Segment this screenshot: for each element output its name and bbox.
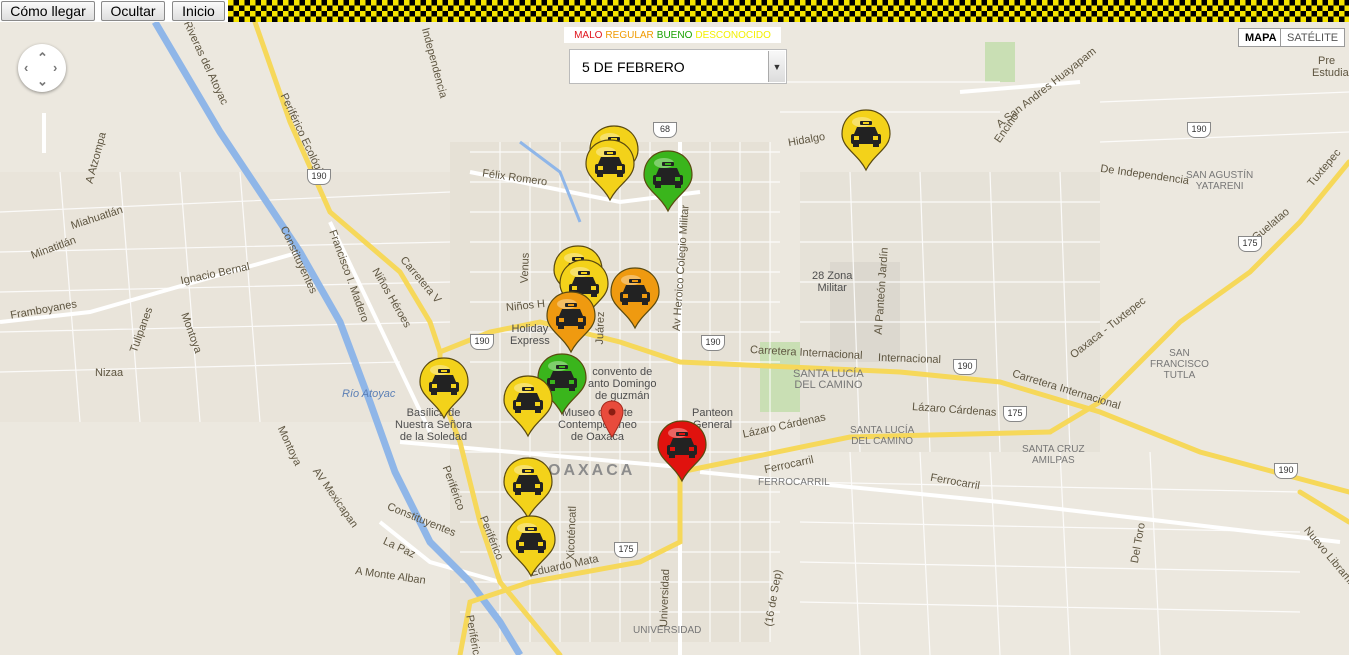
santa-lucia-small-line1: SANTA LUCÍA bbox=[850, 425, 915, 436]
district-santa-lucia: SANTA LUCÍA DEL CAMINO bbox=[793, 369, 864, 391]
directions-button[interactable]: Cómo llegar bbox=[1, 1, 95, 21]
zona-militar-line1: 28 Zona bbox=[812, 270, 853, 282]
map-type-map-button[interactable]: MAPA bbox=[1238, 28, 1284, 47]
district-ferrocarril: FERROCARRIL bbox=[758, 477, 830, 488]
date-select[interactable]: 5 DE FEBRERO ▼ bbox=[569, 49, 787, 84]
road-carretera-2: Internacional bbox=[877, 351, 942, 367]
basilica-line2: Nuestra Señora bbox=[395, 419, 473, 431]
zoom-slider[interactable] bbox=[42, 113, 46, 153]
taxi-car-icon bbox=[503, 375, 553, 438]
highway-shield: 190 bbox=[1274, 463, 1298, 479]
legend-desconocido: DESCONOCIDO bbox=[695, 29, 771, 41]
poi-zona-militar: 28 Zona Militar bbox=[812, 270, 852, 294]
label-estudian: Estudian bbox=[1312, 67, 1349, 79]
taxi-marker[interactable] bbox=[840, 108, 892, 172]
map-type-satellite-button[interactable]: SATÉLITE bbox=[1280, 28, 1346, 47]
date-select-value: 5 DE FEBRERO bbox=[582, 59, 685, 75]
convento-line1: convento de bbox=[592, 366, 653, 378]
road-nizaa: Nizaa bbox=[95, 367, 124, 379]
highway-shield: 68 bbox=[653, 122, 677, 138]
museo-line2: Contemporáneo bbox=[558, 419, 637, 431]
taxi-car-icon bbox=[506, 515, 556, 578]
legend-bueno: BUENO bbox=[656, 29, 693, 41]
taxi-marker[interactable] bbox=[642, 149, 694, 213]
panteon-line1: Panteon bbox=[692, 407, 733, 419]
pan-down-icon[interactable]: ⌃ bbox=[37, 72, 48, 88]
santa-lucia-line2: DEL CAMINO bbox=[794, 379, 863, 391]
san-francisco-line2: FRANCISCO bbox=[1150, 359, 1209, 370]
highway-shield: 175 bbox=[614, 542, 638, 558]
top-toolbar: Cómo llegar Ocultar Inicio bbox=[0, 0, 1349, 22]
santa-cruz-line2: AMILPAS bbox=[1032, 455, 1075, 466]
status-legend: MALO REGULAR BUENO DESCONOCIDO bbox=[564, 27, 781, 43]
san-francisco-line3: TUTLA bbox=[1163, 370, 1196, 381]
taxi-car-icon bbox=[657, 420, 707, 483]
taxi-car-icon bbox=[503, 457, 553, 520]
taxi-car-icon bbox=[841, 109, 891, 172]
district-san-agustin: SAN AGUSTÍN YATARENI bbox=[1186, 170, 1253, 192]
chevron-down-icon[interactable]: ▼ bbox=[768, 51, 785, 82]
zona-militar-line2: Militar bbox=[817, 282, 847, 294]
pan-left-icon[interactable]: ‹ bbox=[24, 60, 28, 75]
taxi-marker[interactable] bbox=[584, 138, 636, 202]
highway-shield: 175 bbox=[1003, 406, 1027, 422]
taxi-marker[interactable] bbox=[502, 456, 554, 520]
district-santa-cruz: SANTA CRUZ AMILPAS bbox=[1022, 444, 1085, 466]
taxi-marker[interactable] bbox=[609, 266, 661, 330]
river-label: Río Atoyac bbox=[342, 388, 396, 400]
highway-shield: 190 bbox=[1187, 122, 1211, 138]
taxi-marker[interactable] bbox=[505, 514, 557, 578]
santa-cruz-line1: SANTA CRUZ bbox=[1022, 444, 1085, 455]
poi-convento: convento de anto Domingo de guzmán bbox=[588, 366, 657, 402]
highway-shield: 190 bbox=[470, 334, 494, 350]
convento-line2: anto Domingo bbox=[588, 378, 657, 390]
highway-shield: 175 bbox=[1238, 236, 1262, 252]
hide-button[interactable]: Ocultar bbox=[101, 1, 165, 21]
highway-shield: 190 bbox=[307, 169, 331, 185]
holiday-line2: Express bbox=[510, 335, 550, 347]
city-label: OAXACA bbox=[548, 462, 636, 479]
taxi-car-icon bbox=[419, 357, 469, 420]
poi-holiday: Holiday Express bbox=[510, 323, 550, 347]
taxi-marker[interactable] bbox=[656, 419, 708, 483]
basilica-line3: de la Soledad bbox=[399, 431, 468, 443]
highway-shield: 190 bbox=[701, 335, 725, 351]
taxi-car-icon bbox=[610, 267, 660, 330]
taxi-marker[interactable] bbox=[545, 290, 597, 354]
san-francisco-line1: SAN bbox=[1169, 348, 1190, 359]
map-roads bbox=[0, 22, 1349, 655]
legend-malo: MALO bbox=[574, 29, 603, 41]
pan-control[interactable]: ⌃ ⌃ ‹ › bbox=[18, 44, 66, 92]
taxi-checker-banner bbox=[228, 0, 1349, 22]
map-canvas[interactable]: OAXACA SANTA LUCÍA DEL CAMINO SANTA LUCÍA… bbox=[0, 22, 1349, 655]
road-venus: Venus bbox=[518, 252, 532, 284]
district-santa-lucia-small: SANTA LUCÍA DEL CAMINO bbox=[850, 425, 914, 447]
santa-lucia-small-line2: DEL CAMINO bbox=[851, 436, 914, 447]
taxi-marker[interactable] bbox=[418, 356, 470, 420]
home-button[interactable]: Inicio bbox=[172, 1, 225, 21]
taxi-marker[interactable] bbox=[502, 374, 554, 438]
san-agustin-line1: SAN AGUSTÍN bbox=[1186, 170, 1254, 181]
label-pre: Pre bbox=[1318, 55, 1336, 67]
pan-right-icon[interactable]: › bbox=[53, 60, 57, 75]
taxi-car-icon bbox=[546, 291, 596, 354]
taxi-car-icon bbox=[643, 150, 693, 213]
district-san-francisco: SAN FRANCISCO TUTLA bbox=[1150, 348, 1209, 381]
highway-shield: 190 bbox=[953, 359, 977, 375]
pan-up-icon[interactable]: ⌃ bbox=[37, 50, 48, 66]
road-universidad: Universidad bbox=[658, 568, 673, 628]
road-xicotencatl: Xicoténcatl bbox=[564, 505, 579, 561]
san-agustin-line2: YATARENI bbox=[1195, 181, 1244, 192]
taxi-car-icon bbox=[585, 139, 635, 202]
legend-regular: REGULAR bbox=[605, 29, 654, 41]
holiday-line1: Holiday bbox=[511, 323, 549, 335]
